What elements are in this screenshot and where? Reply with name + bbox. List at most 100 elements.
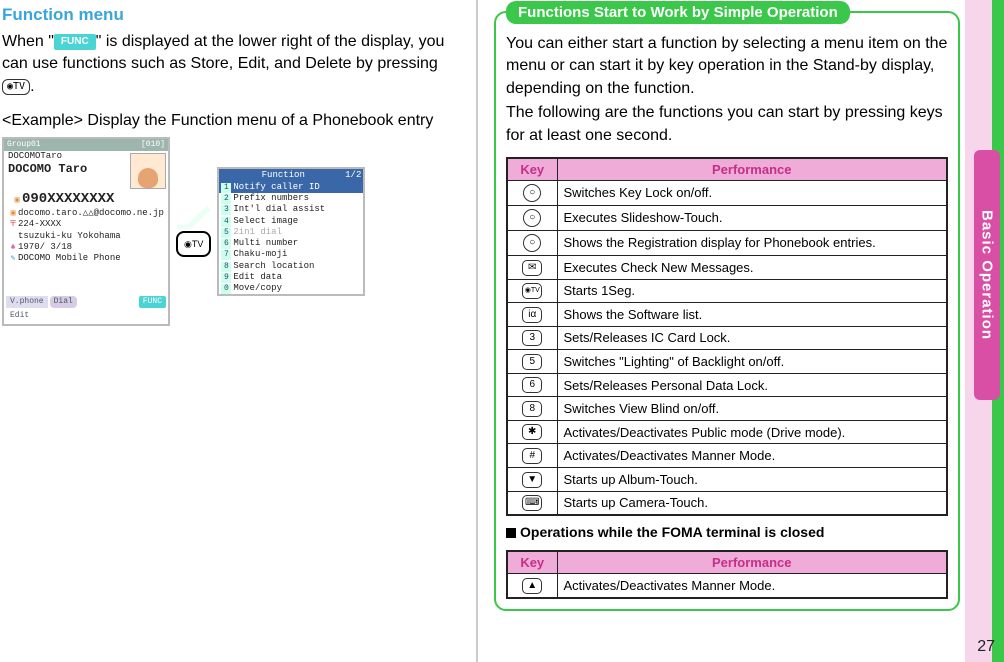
- digit-key-icon: 5: [522, 354, 542, 370]
- example-screenshots: Group01 [010] DOCOMOTaro DOCOMO Taro ▣09…: [2, 137, 460, 327]
- perf-text: Activates/Deactivates Manner Mode.: [557, 444, 947, 468]
- perf-text: Activates/Deactivates Manner Mode.: [557, 574, 947, 598]
- perf-text: Starts up Camera-Touch.: [557, 491, 947, 515]
- table-header-performance: Performance: [557, 551, 947, 574]
- table-row: ○ Switches Key Lock on/off.: [507, 180, 947, 205]
- key-icon: ○: [523, 209, 541, 227]
- phone2-title: Function: [262, 170, 305, 181]
- perf-text: Switches Key Lock on/off.: [557, 180, 947, 205]
- birthday-icon: ♣: [8, 243, 18, 253]
- phone1-softkey-bar: V.phone Dial FUNC: [4, 294, 168, 310]
- down-key-icon: ▼: [522, 472, 542, 488]
- callout-paragraph-2: The following are the functions you can …: [506, 102, 948, 147]
- function-menu-screen: Function 1/2 1Notify caller ID 2Prefix n…: [217, 167, 365, 297]
- menu-item-5: 52in1 dial: [219, 227, 363, 238]
- table-row: 6 Sets/Releases Personal Data Lock.: [507, 373, 947, 397]
- table-row: 5 Switches "Lighting" of Backlight on/off…: [507, 350, 947, 374]
- up-side-key-icon: ▲: [522, 578, 542, 594]
- camera-tv-key-large: ◉TV: [176, 231, 211, 257]
- perf-text: Shows the Software list.: [557, 303, 947, 327]
- table-row: ▲ Activates/Deactivates Manner Mode.: [507, 574, 947, 598]
- table-row: ✱Activates/Deactivates Public mode (Driv…: [507, 420, 947, 444]
- table-row: ○ Shows the Registration display for Phon…: [507, 230, 947, 255]
- table-row: iα Shows the Software list.: [507, 303, 947, 327]
- perf-text: Sets/Releases Personal Data Lock.: [557, 373, 947, 397]
- perf-text: Executes Check New Messages.: [557, 255, 947, 279]
- para-fragment-1: When ": [2, 33, 54, 50]
- table-row: ○ Executes Slideshow-Touch.: [507, 205, 947, 230]
- perf-text: Switches View Blind on/off.: [557, 397, 947, 421]
- tv-key-icon: ◉TV: [522, 283, 542, 299]
- table-row: ⌨ Starts up Camera-Touch.: [507, 491, 947, 515]
- mail-key-icon: ✉: [522, 260, 542, 276]
- perf-text: Switches "Lighting" of Backlight on/off.: [557, 350, 947, 374]
- menu-item-1: 1Notify caller ID: [219, 182, 363, 193]
- phone1-title-right: [010]: [141, 140, 165, 150]
- func-badge-icon: FUNC: [54, 34, 96, 50]
- perf-text: Activates/Deactivates Public mode (Drive…: [557, 420, 947, 444]
- key-performance-table: Key Performance ○ Switches Key Lock on/of…: [506, 157, 948, 516]
- mail-icon: ▣: [8, 209, 18, 219]
- key-performance-table-closed: Key Performance ▲Activates/Deactivates M…: [506, 550, 948, 599]
- postal-icon: 〒: [8, 220, 18, 230]
- perf-text: Executes Slideshow-Touch.: [557, 205, 947, 230]
- example-label: <Example> Display the Function menu of a…: [2, 110, 460, 132]
- table-row: 3Sets/Releases IC Card Lock.: [507, 326, 947, 350]
- digit-key-icon: 8: [522, 401, 542, 417]
- phone1-note: ✎DOCOMO Mobile Phone: [4, 253, 168, 264]
- bullet-square-icon: [506, 528, 516, 538]
- camera-key-icon: ⌨: [522, 495, 542, 511]
- contact-avatar-icon: [130, 153, 166, 189]
- right-column: Functions Start to Work by Simple Operat…: [484, 0, 965, 662]
- closed-operations-subheading: Operations while the FOMA terminal is cl…: [506, 524, 948, 540]
- phone1-addr: tsuzuki-ku Yokohama: [4, 231, 168, 242]
- menu-item-3: 3Int'l dial assist: [219, 204, 363, 215]
- camera-tv-key-icon: ◉TV: [2, 79, 30, 95]
- closed-operations-subheading-text: Operations while the FOMA terminal is cl…: [520, 524, 824, 540]
- section-side-label-text: Basic Operation: [979, 210, 996, 340]
- column-divider: [476, 0, 478, 662]
- softkey-dial: Dial: [50, 296, 77, 308]
- perf-text: Shows the Registration display for Phone…: [557, 230, 947, 255]
- phone1-title-left: Group01: [7, 140, 41, 150]
- menu-item-2: 2Prefix numbers: [219, 193, 363, 204]
- table-header-key: Key: [507, 158, 557, 181]
- table-row: ▼ Starts up Album-Touch.: [507, 468, 947, 492]
- perf-text: Starts up Album-Touch.: [557, 468, 947, 492]
- iappli-key-icon: iα: [522, 307, 542, 323]
- menu-item-9: 9Edit data: [219, 272, 363, 283]
- note-icon: ✎: [8, 254, 18, 264]
- swoosh-arrow-icon: [177, 205, 211, 229]
- function-menu-heading: Function menu: [2, 5, 460, 25]
- callout-title: Functions Start to Work by Simple Operat…: [506, 1, 850, 24]
- phone2-titlebar: Function 1/2: [219, 169, 363, 182]
- hash-key-icon: #: [522, 448, 542, 464]
- perf-text: Sets/Releases IC Card Lock.: [557, 326, 947, 350]
- phonebook-entry-screen: Group01 [010] DOCOMOTaro DOCOMO Taro ▣09…: [2, 137, 170, 327]
- table-row: # Activates/Deactivates Manner Mode.: [507, 444, 947, 468]
- page-number: 27: [977, 638, 995, 656]
- phone1-number: ▣090XXXXXXXX: [4, 191, 168, 209]
- functions-callout-box: Functions Start to Work by Simple Operat…: [494, 11, 960, 611]
- phone1-email: ▣docomo.taro.△△@docomo.ne.jp: [4, 208, 168, 219]
- menu-item-7: 7Chaku-moji: [219, 249, 363, 260]
- digit-key-icon: 6: [522, 377, 542, 393]
- perf-text: Starts 1Seg.: [557, 279, 947, 303]
- transition-group: ◉TV: [176, 205, 211, 257]
- phone1-titlebar: Group01 [010]: [4, 139, 168, 151]
- key-icon: ○: [523, 234, 541, 252]
- key-icon: ○: [523, 184, 541, 202]
- menu-item-10: 0Move/copy: [219, 283, 363, 294]
- table-row: 8 Switches View Blind on/off.: [507, 397, 947, 421]
- table-header-row: Key Performance: [507, 158, 947, 181]
- softkey-edit: Edit: [6, 310, 33, 322]
- callout-paragraph-1: You can either start a function by selec…: [506, 33, 948, 100]
- camera-tv-key-large-label: ◉TV: [184, 239, 203, 250]
- table-header-performance: Performance: [557, 158, 947, 181]
- phone-icon: ▣: [12, 196, 22, 206]
- phone1-date: ♣1970/ 3/18: [4, 242, 168, 253]
- softkey-vphone: V.phone: [6, 296, 48, 308]
- phone1-tel: 〒224-XXXX: [4, 219, 168, 230]
- phone2-page: 1/2: [345, 170, 361, 181]
- softkey-func: FUNC: [139, 296, 166, 308]
